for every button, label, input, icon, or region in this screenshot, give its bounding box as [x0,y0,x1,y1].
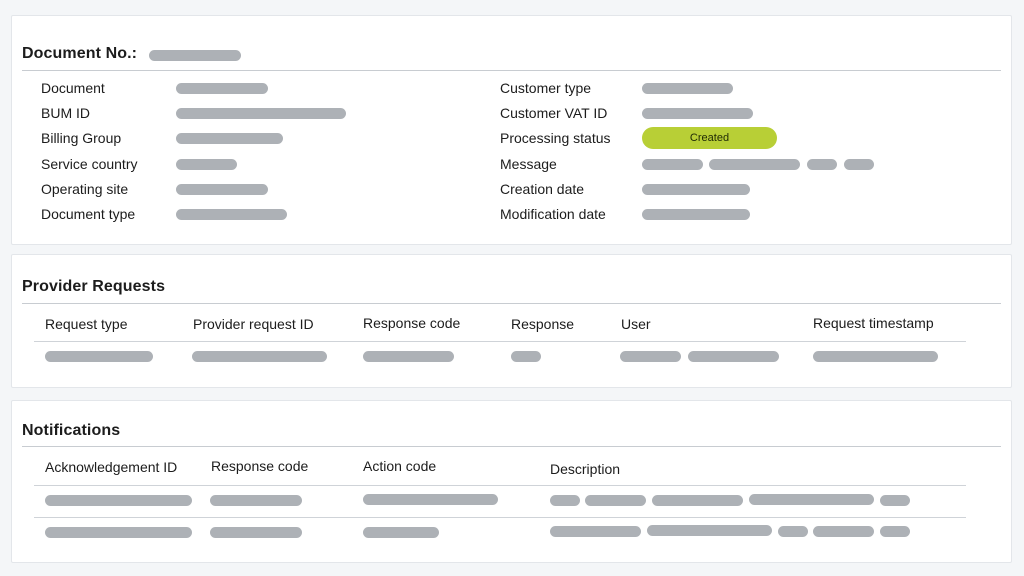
table-header-divider [34,485,966,486]
cell-placeholder [45,495,192,506]
document-card: Document No.: Document BUM ID Billing Gr… [11,15,1012,245]
section-divider [22,303,1001,304]
field-label-creation-date: Creation date [500,181,585,197]
cell-placeholder [192,351,327,362]
status-badge: Created [642,127,777,149]
field-label-bum-id: BUM ID [41,105,90,121]
field-label-operating-site: Operating site [41,181,129,197]
column-header-action-code[interactable]: Action code [363,458,436,474]
section-divider [22,70,1001,71]
field-label-customer-type: Customer type [500,80,592,96]
field-value-billing-group-placeholder [176,133,283,144]
provider-requests-card: Provider Requests Request type Provider … [11,254,1012,388]
cell-placeholder [880,526,910,537]
cell-placeholder [688,351,779,362]
field-value-modification-date-placeholder [642,209,750,220]
document-number-value-placeholder [149,50,241,61]
field-value-document-type-placeholder [176,209,287,220]
section-divider [22,446,1001,447]
field-label-document: Document [41,80,105,96]
field-label-customer-vat-id: Customer VAT ID [500,105,608,121]
cell-placeholder [210,495,302,506]
message-placeholder-2 [709,159,800,170]
cell-placeholder [749,494,874,505]
field-value-document-placeholder [176,83,268,94]
field-value-customer-vat-id-placeholder [642,108,753,119]
column-header-acknowledgement-id[interactable]: Acknowledgement ID [45,459,177,475]
notifications-title: Notifications [22,422,121,439]
cell-placeholder [813,351,938,362]
field-value-service-country-placeholder [176,159,237,170]
cell-placeholder [880,495,910,506]
cell-placeholder [778,526,808,537]
field-label-service-country: Service country [41,156,138,172]
provider-requests-title: Provider Requests [22,278,166,295]
cell-placeholder [45,527,192,538]
table-header-divider [34,341,966,342]
column-header-response-code[interactable]: Response code [211,458,308,474]
cell-placeholder [550,526,641,537]
field-value-bum-id-placeholder [176,108,346,119]
row-divider [34,517,966,518]
column-header-provider-request-id[interactable]: Provider request ID [193,316,314,332]
field-label-processing-status: Processing status [500,130,611,146]
column-header-response[interactable]: Response [511,316,574,332]
field-label-modification-date: Modification date [500,206,606,222]
field-value-customer-type-placeholder [642,83,733,94]
notifications-card: Notifications Acknowledgement ID Respons… [11,400,1012,563]
cell-placeholder [550,495,580,506]
field-value-creation-date-placeholder [642,184,750,195]
cell-placeholder [363,527,439,538]
cell-placeholder [363,351,454,362]
cell-placeholder [210,527,302,538]
message-placeholder-1 [642,159,703,170]
cell-placeholder [813,526,874,537]
message-placeholder-3 [807,159,837,170]
message-placeholder-4 [844,159,874,170]
column-header-user[interactable]: User [621,316,651,332]
cell-placeholder [45,351,153,362]
column-header-response-code[interactable]: Response code [363,315,460,331]
cell-placeholder [585,495,646,506]
field-label-document-type: Document type [41,206,136,222]
field-value-operating-site-placeholder [176,184,268,195]
column-header-request-timestamp[interactable]: Request timestamp [813,315,934,331]
column-header-request-type[interactable]: Request type [45,316,128,332]
document-number-title: Document No.: [22,45,138,62]
field-label-message: Message [500,156,557,172]
cell-placeholder [620,351,681,362]
cell-placeholder [363,494,498,505]
column-header-description[interactable]: Description [550,461,620,477]
cell-placeholder [652,495,743,506]
cell-placeholder [647,525,772,536]
field-label-billing-group: Billing Group [41,130,122,146]
cell-placeholder [511,351,541,362]
